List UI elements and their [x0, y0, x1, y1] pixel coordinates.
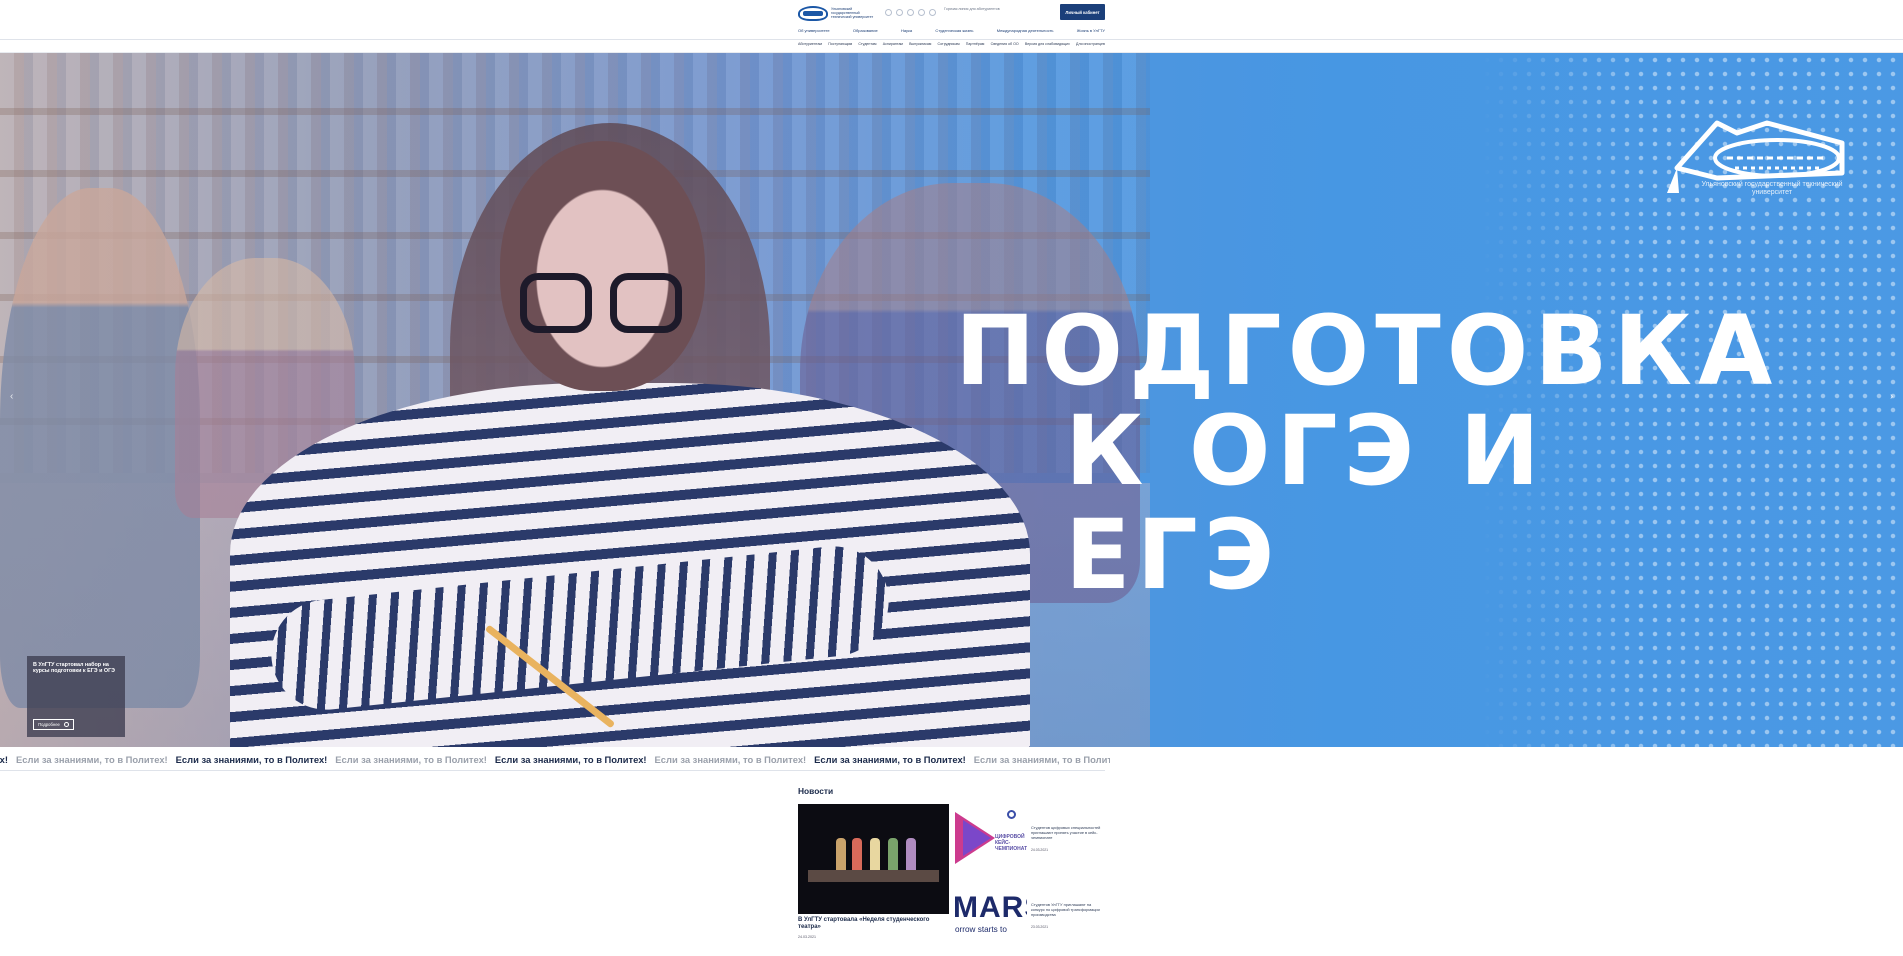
actor-figure [870, 838, 880, 870]
ticker-item: Если за знаниями, то в Политех! [16, 754, 168, 765]
site-header: Ульяновский государственный технический … [798, 0, 1105, 40]
student-left [0, 188, 200, 708]
nav-item-life[interactable]: Жизнь в УлГТУ [1077, 28, 1105, 33]
actor-figure [852, 838, 862, 870]
ticker-item: Если за знаниями, то в Политех! [335, 754, 487, 765]
main-nav: Об университете Образование Наука Студен… [798, 28, 1105, 33]
ticker-item: Если за знаниями, то в Политех! [494, 754, 647, 765]
telegram-icon[interactable] [907, 9, 914, 16]
personal-cabinet-button[interactable]: Личный кабинет [1060, 4, 1105, 20]
news-side-title[interactable]: Студентов УлГТУ приглашают на конкурс по… [1031, 902, 1103, 918]
subnav-item-foreigners[interactable]: Для иностранцев [1076, 42, 1105, 46]
marquee-ticker: тех! Если за знаниями, то в Политех! Есл… [0, 754, 1110, 768]
actor-figure [906, 838, 916, 870]
ticker-item: Если за знаниями, то в Политех! [654, 754, 807, 765]
subnav-item-applicants[interactable]: Абитуриентам [798, 42, 822, 46]
slider-next-icon[interactable]: › [1890, 391, 1893, 402]
slider-prev-icon[interactable]: ‹ [10, 391, 13, 402]
header-divider [0, 39, 1903, 40]
hero-title-line2: К ОГЭ И ЕГЭ [1065, 395, 1546, 611]
university-logo-icon [798, 5, 828, 21]
arrow-circle-icon [63, 722, 69, 727]
ticker-item: тех! [0, 754, 9, 765]
news-side-date: 24.03.2021 [1031, 848, 1048, 852]
student-face [500, 141, 705, 391]
side-image-sub: orrow starts to [955, 925, 1007, 934]
subnav-item-postgrads[interactable]: Аспирантам [883, 42, 903, 46]
nav-item-about[interactable]: Об университете [798, 28, 830, 33]
subnav-item-accessibility[interactable]: Версия для слабовидящих [1025, 42, 1070, 46]
hotline-text: Горячая линия для абитуриентов [944, 7, 1000, 11]
news-main-date: 24.03.2021 [798, 935, 816, 939]
ticker-item: Если за знаниями, то в Политех! [814, 754, 966, 765]
news-heading: Новости [798, 786, 834, 796]
ok-icon[interactable] [896, 9, 903, 16]
news-side-image[interactable]: MARS orrow starts to [955, 893, 1027, 939]
hero-title: ПОДГОТОВКА К ОГЭ И ЕГЭ [955, 295, 1779, 611]
nav-item-education[interactable]: Образование [853, 28, 878, 33]
subnav-item-staff[interactable]: Сотрудникам [938, 42, 960, 46]
rutube-icon[interactable] [929, 9, 936, 16]
youtube-icon[interactable] [918, 9, 925, 16]
subnav-item-partners[interactable]: Партнёрам [966, 42, 985, 46]
site-logo[interactable]: Ульяновский государственный технический … [798, 5, 878, 21]
hero-slider[interactable]: Ульяновский государственный технический … [0, 53, 1903, 747]
actor-figure [888, 838, 898, 870]
social-links [885, 9, 936, 16]
audience-nav: Абитуриентам Поступающим Студентам Аспир… [798, 42, 1105, 46]
slide-more-button[interactable]: Подробнее [33, 719, 74, 730]
vk-icon[interactable] [885, 9, 892, 16]
news-side-image[interactable]: ЦИФРОВОЙ КЕЙС-ЧЕМПИОНАТ [955, 804, 1027, 866]
glasses-graphic [520, 273, 690, 333]
nav-item-science[interactable]: Наука [901, 28, 912, 33]
side-image-label: MARS [955, 893, 1027, 924]
subnav-item-entrants[interactable]: Поступающим [828, 42, 852, 46]
actor-figure [836, 838, 846, 870]
triangle-graphic [963, 820, 991, 856]
slide-news-title: В УлГТУ стартовал набор на курсы подгото… [33, 662, 116, 675]
news-main-title[interactable]: В УлГТУ стартовала «Неделя студенческого… [798, 917, 949, 931]
ticker-divider [0, 770, 1105, 771]
subnav-item-students[interactable]: Студентам [858, 42, 876, 46]
subnav-item-graduates[interactable]: Выпускникам [909, 42, 931, 46]
news-main-image[interactable] [798, 804, 949, 914]
ticker-item: Если за знаниями, то в Политех! [175, 754, 328, 765]
theatre-stage [808, 870, 939, 882]
more-button-label: Подробнее [38, 722, 60, 727]
emblem-caption: Ульяновский государственный технический … [1701, 181, 1843, 196]
badge-icon [1007, 810, 1016, 819]
page: Ульяновский государственный технический … [0, 0, 1903, 956]
logo-text: Ульяновский государственный технический … [831, 6, 874, 20]
slide-news-card: В УлГТУ стартовал набор на курсы подгото… [27, 656, 125, 737]
news-side-date: 23.03.2021 [1031, 925, 1048, 929]
subnav-item-info[interactable]: Сведения об ОО [991, 42, 1019, 46]
hero-title-line1: ПОДГОТОВКА [955, 295, 1779, 407]
nav-item-international[interactable]: Международная деятельность [997, 28, 1054, 33]
news-side-title[interactable]: Студентов цифровых специальностей пригла… [1031, 825, 1103, 841]
side-image-label: ЦИФРОВОЙ КЕЙС-ЧЕМПИОНАТ [995, 834, 1027, 852]
nav-item-student-life[interactable]: Студенческая жизнь [935, 28, 973, 33]
ticker-item: Если за знаниями, то в Политех! [973, 754, 1110, 765]
